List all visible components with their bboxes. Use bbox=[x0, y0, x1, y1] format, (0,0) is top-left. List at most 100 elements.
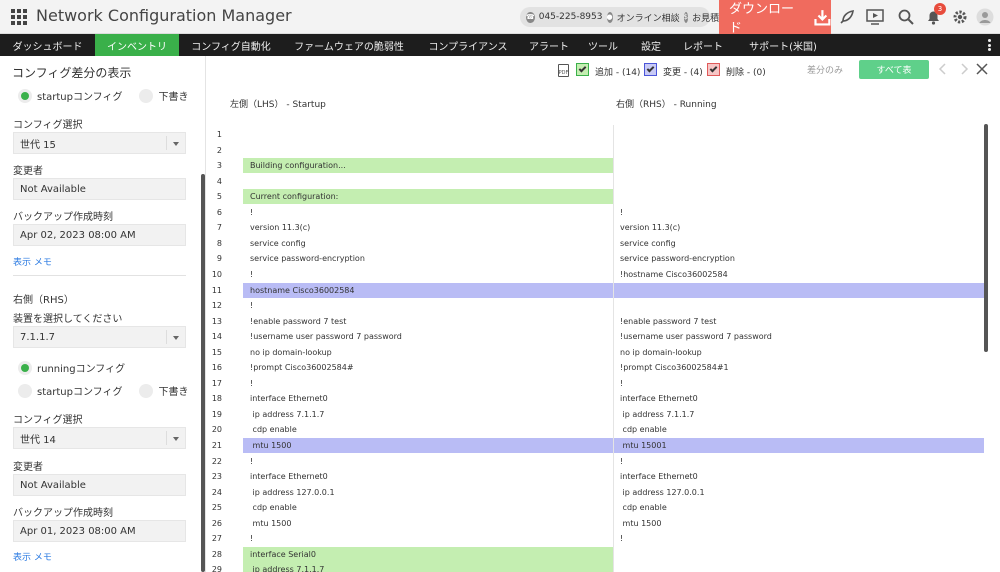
lhs-config-select[interactable]: 世代 15 bbox=[13, 132, 186, 154]
diff-line: 20 cdp enable cdp enable bbox=[206, 422, 1000, 437]
diff-sidebar: コンフィグ差分の表示 startupコンフィグ 下書き コンフィグ選択 世代 1… bbox=[0, 56, 206, 572]
line-number: 24 bbox=[211, 487, 222, 497]
nav-firmware-vulnerability[interactable]: ファームウェアの脆弱性 bbox=[283, 34, 415, 56]
nav-inventory[interactable]: インベントリ bbox=[95, 34, 179, 56]
diff-line: 29 ip address 7.1.1.7 bbox=[206, 562, 1000, 572]
rhs-line-text bbox=[614, 298, 984, 313]
rhs-show-memo-link[interactable]: 表示 メモ bbox=[13, 550, 52, 563]
app-grid-icon[interactable] bbox=[11, 9, 27, 25]
lhs-line-text: Current configuration: bbox=[243, 189, 613, 205]
line-number: 3 bbox=[216, 161, 222, 171]
rhs-line-text: interface Ethernet0 bbox=[620, 472, 698, 482]
nav-reports[interactable]: レポート bbox=[673, 34, 733, 56]
nav-compliance[interactable]: コンプライアンス bbox=[415, 34, 521, 56]
nav-settings[interactable]: 設定 bbox=[629, 34, 673, 56]
chat-icon: ● bbox=[606, 11, 613, 23]
diff-line: 13 !enable password 7 test !enable passwor… bbox=[206, 314, 1000, 329]
lhs-line-text: ! bbox=[250, 456, 254, 466]
diff-line: 9 service password-encryption service pass… bbox=[206, 251, 1000, 266]
pdf-export-icon[interactable]: PDF bbox=[558, 64, 569, 77]
nav-dashboard[interactable]: ダッシュボード bbox=[0, 34, 95, 56]
sidebar-divider bbox=[13, 275, 186, 276]
rhs-line-text bbox=[614, 547, 984, 562]
close-icon[interactable] bbox=[974, 61, 990, 77]
line-number: 14 bbox=[211, 332, 222, 342]
rhs-startup-label: startupコンフィグ bbox=[37, 387, 123, 398]
added-filter-checkbox[interactable] bbox=[576, 63, 589, 76]
lhs-line-text: !prompt Cisco36002584# bbox=[250, 363, 354, 373]
rhs-device-label: 装置を選択してください bbox=[13, 314, 123, 325]
line-number: 7 bbox=[216, 223, 222, 233]
lhs-line-text bbox=[243, 127, 613, 142]
lhs-radio-group: startupコンフィグ 下書き bbox=[18, 88, 188, 103]
diff-line: 17!! bbox=[206, 376, 1000, 391]
nav-support-us[interactable]: サポート(米国) bbox=[733, 34, 833, 56]
rhs-line-text: interface Ethernet0 bbox=[620, 394, 698, 404]
changed-filter-checkbox[interactable] bbox=[644, 63, 657, 76]
deleted-filter-checkbox[interactable] bbox=[707, 63, 720, 76]
search-icon[interactable] bbox=[897, 8, 915, 26]
lhs-line-text: ip address 127.0.0.1 bbox=[250, 487, 335, 497]
contact-pill[interactable]: ☎ 045-225-8953 ● オンライン相談 $ お見積り bbox=[520, 7, 728, 27]
rhs-running-label: runningコンフィグ bbox=[37, 364, 126, 375]
line-number: 21 bbox=[211, 441, 222, 450]
previous-diff-icon[interactable] bbox=[935, 61, 951, 77]
lhs-draft-radio[interactable] bbox=[139, 88, 154, 103]
sidebar-scrollbar[interactable] bbox=[201, 174, 205, 572]
rhs-running-radio[interactable] bbox=[18, 360, 32, 375]
nav-config-automation[interactable]: コンフィグ自動化 bbox=[179, 34, 283, 56]
rhs-startup-radio[interactable] bbox=[18, 383, 32, 398]
line-number: 18 bbox=[211, 394, 222, 404]
line-number: 10 bbox=[211, 269, 222, 279]
line-number: 19 bbox=[211, 409, 222, 419]
lhs-show-memo-link[interactable]: 表示 メモ bbox=[13, 255, 52, 268]
show-all-button[interactable]: すべて表 bbox=[859, 60, 929, 79]
rhs-device-select[interactable]: 7.1.1.7 bbox=[13, 326, 186, 348]
diff-line: 16 !prompt Cisco36002584# !prompt Cisco360… bbox=[206, 360, 1000, 375]
lhs-line-text: mtu 1500 bbox=[250, 518, 292, 528]
rhs-line-text bbox=[614, 158, 984, 173]
lhs-line-text: ! bbox=[250, 378, 254, 388]
nav-alerts[interactable]: アラート bbox=[521, 34, 577, 56]
rhs-draft-label: 下書き bbox=[158, 387, 189, 398]
line-number: 23 bbox=[211, 472, 222, 482]
rhs-line-text: cdp enable bbox=[620, 425, 667, 435]
diff-line: 5 Current configuration: bbox=[206, 189, 1000, 205]
rhs-device-value: 7.1.1.7 bbox=[20, 331, 55, 343]
video-icon[interactable] bbox=[866, 8, 884, 26]
top-header: Network Configuration Manager ☎ 045-225-… bbox=[0, 0, 1000, 36]
diff-scrollbar[interactable] bbox=[984, 124, 988, 352]
lhs-startup-label: startupコンフィグ bbox=[37, 92, 123, 103]
rhs-line-text bbox=[614, 282, 984, 298]
diff-line: 19 ip address 7.1.1.7 ip address 7.1.1.7 bbox=[206, 407, 1000, 422]
next-diff-icon[interactable] bbox=[956, 61, 972, 77]
lhs-config-select-label: コンフィグ選択 bbox=[13, 120, 83, 131]
diff-line: 23 interface Ethernet0 interface Ethernet0 bbox=[206, 469, 1000, 484]
rhs-config-select[interactable]: 世代 14 bbox=[13, 427, 186, 449]
diff-line: 4 bbox=[206, 174, 1000, 189]
line-number: 15 bbox=[211, 347, 222, 357]
diff-line: 15 no ip domain-lookup no ip domain-lookup bbox=[206, 345, 1000, 360]
rhs-line-text: ! bbox=[620, 534, 624, 544]
lhs-line-text: Building configuration... bbox=[243, 158, 613, 174]
diff-viewer: 左側（LHS） - Startup 右側（RHS） - Running 123B… bbox=[206, 86, 1000, 572]
rocket-icon[interactable] bbox=[838, 8, 856, 26]
user-avatar-icon[interactable] bbox=[976, 8, 994, 26]
consult-link[interactable]: オンライン相談 bbox=[617, 11, 680, 24]
settings-gear-icon[interactable] bbox=[951, 8, 969, 26]
notification-bell-icon[interactable]: 3 bbox=[924, 3, 946, 26]
lhs-line-text: ! bbox=[250, 534, 254, 544]
nav-tools[interactable]: ツール bbox=[577, 34, 629, 56]
rhs-backup-time-label: バックアップ作成時刻 bbox=[13, 508, 113, 519]
lhs-line-text: no ip domain-lookup bbox=[250, 347, 332, 357]
download-button[interactable]: ダウンロード bbox=[719, 0, 831, 36]
diff-only-button[interactable]: 差分のみ bbox=[795, 60, 855, 79]
lhs-startup-radio[interactable] bbox=[18, 88, 32, 103]
lhs-line-text: !enable password 7 test bbox=[250, 316, 347, 326]
line-number: 1 bbox=[216, 130, 222, 139]
lhs-line-text bbox=[243, 143, 613, 158]
rhs-startup-radio-row: startupコンフィグ 下書き bbox=[18, 383, 188, 398]
rhs-line-text: !enable password 7 test bbox=[620, 316, 717, 326]
rhs-draft-radio[interactable] bbox=[139, 383, 154, 398]
more-menu-icon[interactable] bbox=[984, 39, 994, 51]
